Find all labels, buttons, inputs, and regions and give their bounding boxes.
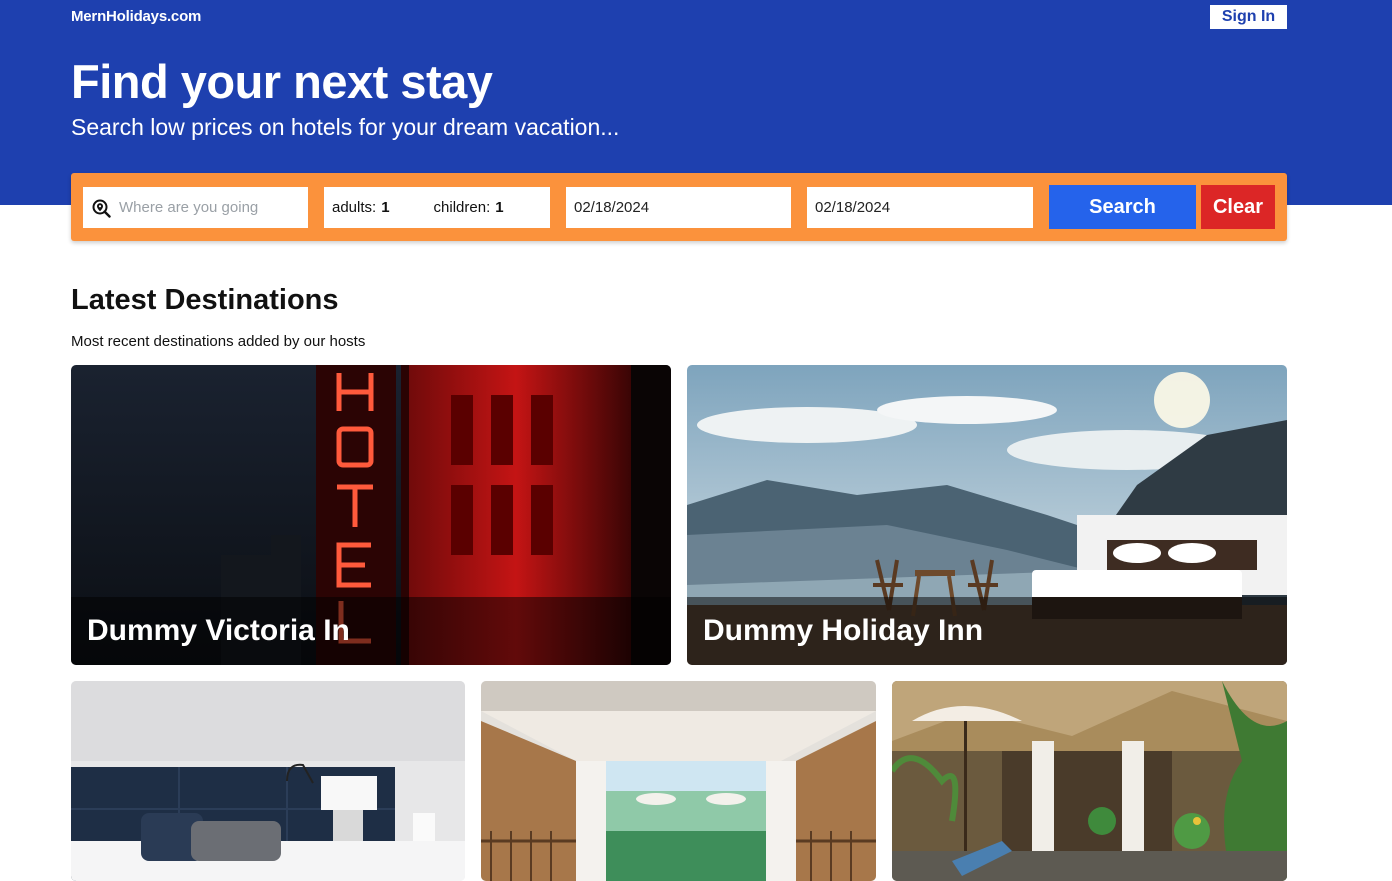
destination-card[interactable]: Dummy Holiday Inn (687, 365, 1287, 665)
hero-title: Find your next stay (71, 55, 493, 108)
search-bar: Where are you going adults: 1 children: … (71, 173, 1287, 241)
children-input[interactable]: 1 (495, 199, 503, 216)
guests-field: adults: 1 children: 1 (324, 187, 550, 228)
destination-card[interactable] (481, 681, 876, 881)
check-in-date-input[interactable]: 02/18/2024 (566, 187, 791, 228)
adults-input[interactable]: 1 (381, 199, 389, 216)
villa-terrace-photo (481, 681, 876, 881)
card-title: Dummy Victoria In (71, 597, 671, 665)
clear-button[interactable]: Clear (1201, 185, 1275, 229)
bedroom-photo (71, 681, 465, 881)
section-subtitle: Most recent destinations added by our ho… (71, 333, 366, 350)
section-title: Latest Destinations (71, 284, 339, 316)
children-label: children: (433, 199, 491, 216)
destination-input[interactable]: Where are you going (83, 187, 308, 228)
destination-card[interactable] (892, 681, 1287, 881)
brand-logo[interactable]: MernHolidays.com (71, 8, 201, 25)
destination-placeholder: Where are you going (119, 199, 259, 216)
search-location-icon (92, 199, 111, 218)
hero-subtitle: Search low prices on hotels for your dre… (71, 114, 620, 140)
sign-in-button[interactable]: Sign In (1210, 5, 1287, 29)
destination-card[interactable]: Dummy Victoria In (71, 365, 671, 665)
card-title: Dummy Holiday Inn (687, 597, 1287, 665)
search-button[interactable]: Search (1049, 185, 1196, 229)
adults-label: adults: (332, 199, 377, 216)
destination-card[interactable] (71, 681, 465, 881)
tropical-resort-photo (892, 681, 1287, 881)
check-out-date-input[interactable]: 02/18/2024 (807, 187, 1033, 228)
